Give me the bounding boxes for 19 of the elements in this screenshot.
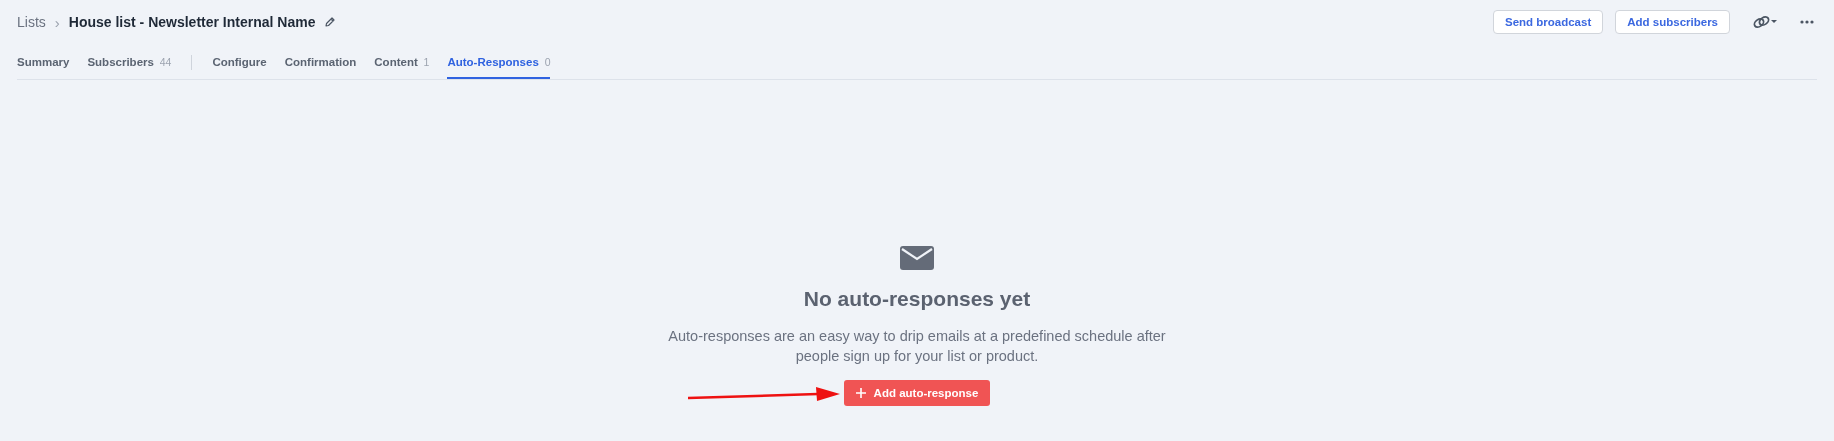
pencil-icon[interactable] [324,16,337,28]
breadcrumb-link[interactable]: Lists [17,14,46,30]
tab[interactable]: Summary [17,44,70,79]
tab[interactable]: Auto-Responses 0 [447,44,551,79]
more-icon[interactable] [1800,20,1814,24]
tab[interactable]: Confirmation [284,44,357,79]
envelope-icon [900,246,934,270]
breadcrumb-separator: › [54,13,60,31]
add-auto-response-button[interactable]: Add auto-response [843,380,991,406]
action-button[interactable]: Send broadcast [1492,10,1604,34]
action-button[interactable]: Add subscribers [1615,10,1730,34]
link-icon[interactable] [1752,15,1778,29]
list-title: House list - Newsletter Internal Name [68,14,316,30]
tab[interactable]: Subscribers 44 [87,44,172,79]
plus-icon [855,388,866,398]
tab[interactable]: Content 1 [374,44,430,79]
tab[interactable]: Configure [212,44,267,79]
empty-description: Auto-responses are an easy way to drip emails at a predefined schedule after people sign up for your list or product. [667,327,1167,366]
empty-heading: No auto-responses yet [803,287,1031,311]
